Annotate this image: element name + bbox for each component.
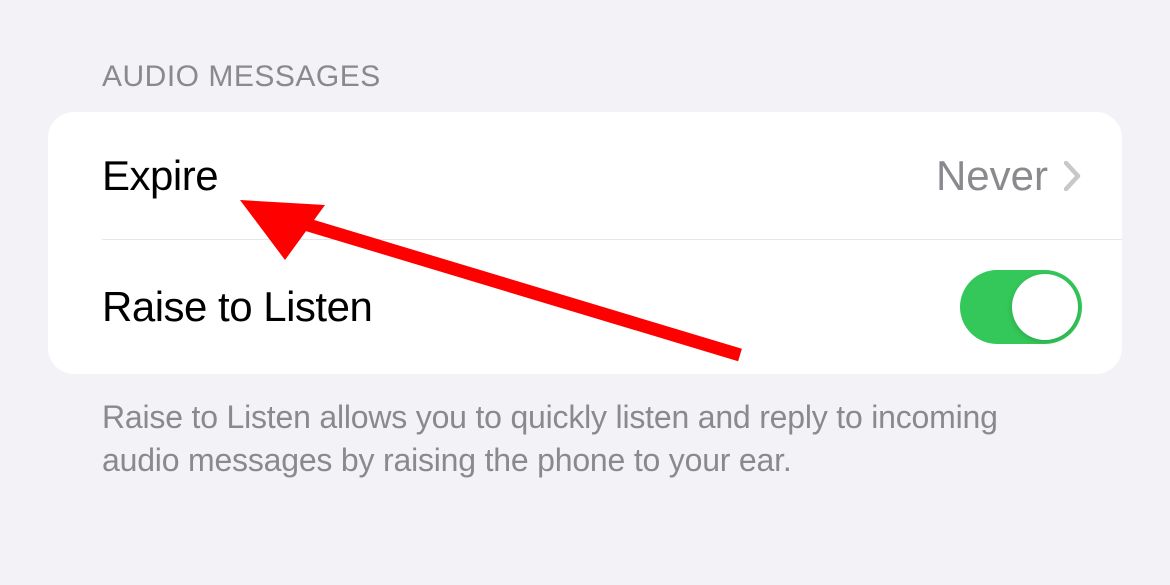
settings-section: AUDIO MESSAGES Expire Never Raise to Lis… (0, 0, 1170, 482)
expire-row[interactable]: Expire Never (102, 112, 1122, 240)
raise-to-listen-toggle[interactable] (960, 270, 1082, 344)
chevron-right-icon (1064, 161, 1082, 191)
expire-right: Never (936, 152, 1082, 200)
expire-value: Never (936, 152, 1048, 200)
expire-label: Expire (102, 152, 218, 200)
raise-to-listen-label: Raise to Listen (102, 283, 372, 331)
settings-group: Expire Never Raise to Listen (48, 112, 1122, 374)
section-footer: Raise to Listen allows you to quickly li… (48, 374, 1122, 482)
section-header: AUDIO MESSAGES (48, 60, 1122, 94)
toggle-knob (1012, 274, 1078, 340)
raise-to-listen-row: Raise to Listen (48, 240, 1122, 374)
